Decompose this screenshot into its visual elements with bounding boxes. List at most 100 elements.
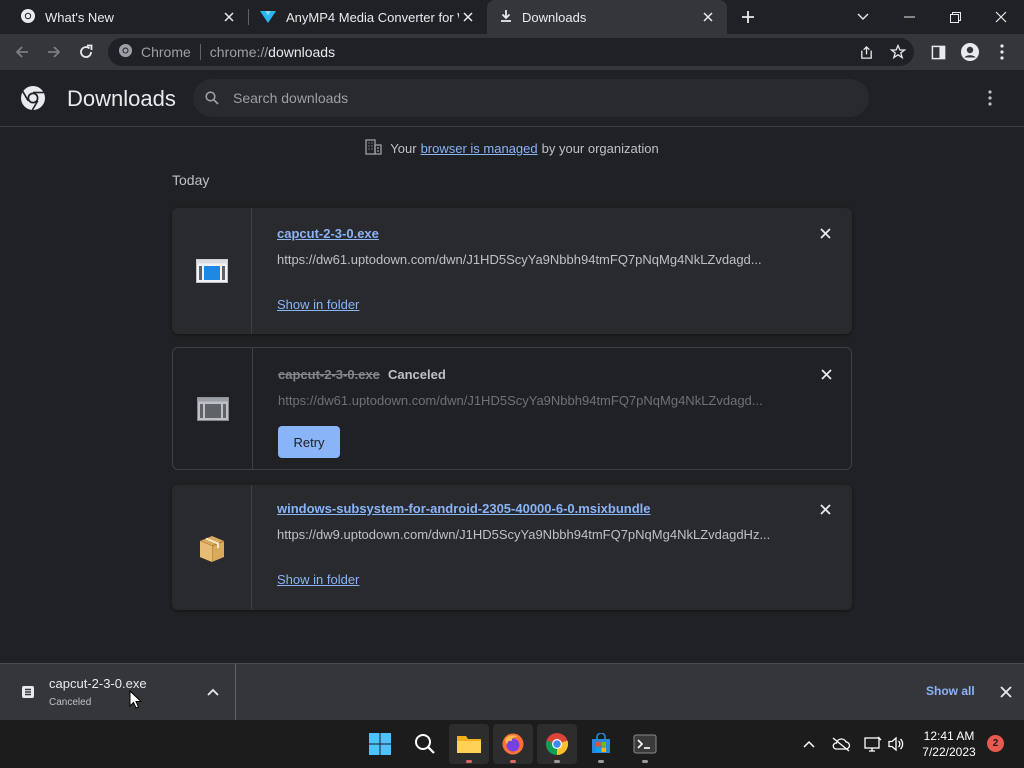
show-in-folder-link[interactable]: Show in folder	[277, 572, 359, 587]
url-scheme: chrome://	[209, 44, 269, 60]
firefox-icon	[502, 733, 524, 755]
close-icon[interactable]	[220, 8, 238, 26]
system-clock[interactable]: 12:41 AM 7/22/2023	[917, 728, 981, 760]
arrow-left-icon	[15, 46, 28, 58]
tray-overflow-button[interactable]	[797, 732, 821, 756]
anymp4-icon	[259, 8, 277, 27]
share-icon	[860, 45, 872, 59]
chevron-down-icon	[857, 13, 869, 20]
running-indicator	[598, 760, 604, 763]
source-url[interactable]: https://dw61.uptodown.com/dwn/J1HD5ScyYa…	[277, 252, 762, 267]
restore-button[interactable]	[932, 0, 978, 34]
back-button[interactable]	[8, 38, 36, 66]
chevron-up-icon	[803, 740, 815, 748]
tab-whats-new[interactable]: What's New	[0, 0, 248, 34]
managed-prefix: Your	[390, 141, 417, 156]
clock-time: 12:41 AM	[923, 729, 975, 743]
file-icon	[21, 685, 35, 704]
mouse-cursor-icon	[129, 689, 143, 714]
speaker-icon	[888, 736, 904, 752]
show-all-link[interactable]: Show all	[926, 684, 975, 698]
tab-search-button[interactable]	[840, 0, 886, 34]
source-url[interactable]: https://dw61.uptodown.com/dwn/J1HD5ScyYa…	[278, 393, 763, 408]
tab-title: Downloads	[522, 9, 587, 25]
show-in-folder-link[interactable]: Show in folder	[277, 297, 359, 312]
search-box[interactable]	[193, 79, 869, 117]
retry-button[interactable]: Retry	[278, 426, 340, 458]
managed-suffix: by your organization	[541, 141, 659, 156]
close-icon	[995, 11, 1007, 23]
star-icon	[890, 44, 906, 60]
avatar-icon	[961, 43, 979, 61]
download-item: windows-subsystem-for-android-2305-40000…	[172, 485, 852, 610]
arrow-right-icon	[48, 46, 61, 58]
file-explorer-button[interactable]	[449, 724, 489, 764]
minimize-button[interactable]	[886, 0, 932, 34]
chrome-menu-button[interactable]	[988, 38, 1016, 66]
remove-button[interactable]	[816, 364, 836, 384]
side-panel-icon	[931, 45, 945, 59]
start-button[interactable]	[360, 724, 400, 764]
new-tab-button[interactable]	[735, 4, 761, 30]
close-icon	[819, 503, 831, 515]
file-name-link[interactable]: capcut-2-3-0.exe	[277, 226, 379, 241]
chevron-up-icon	[207, 688, 219, 696]
tab-title: AnyMP4 Media Converter for Wi	[286, 9, 459, 25]
shelf-options-button[interactable]	[204, 683, 222, 701]
close-icon	[1000, 686, 1012, 698]
reload-button[interactable]	[72, 38, 100, 66]
plus-icon	[742, 11, 754, 23]
downloads-menu-button[interactable]	[978, 86, 1002, 110]
windows-logo-icon	[369, 733, 391, 755]
download-status: Canceled	[388, 367, 446, 382]
file-name-link[interactable]: windows-subsystem-for-android-2305-40000…	[277, 501, 650, 516]
running-indicator	[510, 760, 516, 763]
bookmark-button[interactable]	[884, 38, 912, 66]
search-input[interactable]	[233, 90, 833, 106]
shelf-download-item[interactable]: capcut-2-3-0.exe Canceled	[0, 664, 236, 721]
share-button[interactable]	[852, 38, 880, 66]
search-icon	[415, 734, 435, 754]
shelf-status: Canceled	[49, 697, 92, 708]
running-indicator	[642, 760, 648, 763]
chrome-logo-icon	[20, 85, 46, 111]
file-icon-column	[173, 348, 253, 469]
search-taskbar-button[interactable]	[405, 724, 445, 764]
reload-icon	[80, 44, 93, 58]
managed-notice: Your browser is managed by your organiza…	[0, 139, 1024, 158]
cloud-off-icon	[832, 737, 851, 752]
building-icon	[365, 139, 382, 158]
forward-button[interactable]	[40, 38, 68, 66]
chrome-taskbar-button[interactable]	[537, 724, 577, 764]
remove-button[interactable]	[815, 499, 835, 519]
browser-managed-link[interactable]: browser is managed	[421, 141, 538, 156]
firefox-button[interactable]	[493, 724, 533, 764]
profile-button[interactable]	[956, 38, 984, 66]
restore-icon	[949, 11, 961, 23]
close-icon	[819, 227, 831, 239]
chrome-icon	[118, 43, 133, 61]
side-panel-button[interactable]	[924, 38, 952, 66]
source-url[interactable]: https://dw9.uptodown.com/dwn/J1HD5ScyYa9…	[277, 527, 770, 542]
store-button[interactable]	[581, 724, 621, 764]
terminal-button[interactable]	[625, 724, 665, 764]
remove-button[interactable]	[815, 223, 835, 243]
close-icon[interactable]	[699, 8, 717, 26]
download-item: capcut-2-3-0.exe https://dw61.uptodown.c…	[172, 208, 852, 334]
notification-badge[interactable]: 2	[987, 735, 1004, 752]
close-icon[interactable]	[459, 8, 477, 26]
downloads-header: Downloads	[0, 70, 1024, 127]
store-icon	[592, 733, 610, 753]
volume-button[interactable]	[884, 732, 908, 756]
address-bar[interactable]: Chrome chrome:// downloads	[108, 38, 914, 66]
browser-toolbar: Chrome chrome:// downloads	[0, 34, 1024, 70]
tab-anymp4[interactable]: AnyMP4 Media Converter for Wi	[249, 0, 487, 34]
onedrive-button[interactable]	[829, 732, 853, 756]
tab-downloads[interactable]: Downloads	[487, 0, 727, 34]
close-shelf-button[interactable]	[997, 683, 1015, 701]
file-name: capcut-2-3-0.exe	[278, 367, 380, 382]
close-window-button[interactable]	[978, 0, 1024, 34]
site-label: Chrome	[141, 44, 191, 60]
more-vert-icon	[988, 90, 992, 106]
network-button[interactable]	[861, 732, 885, 756]
